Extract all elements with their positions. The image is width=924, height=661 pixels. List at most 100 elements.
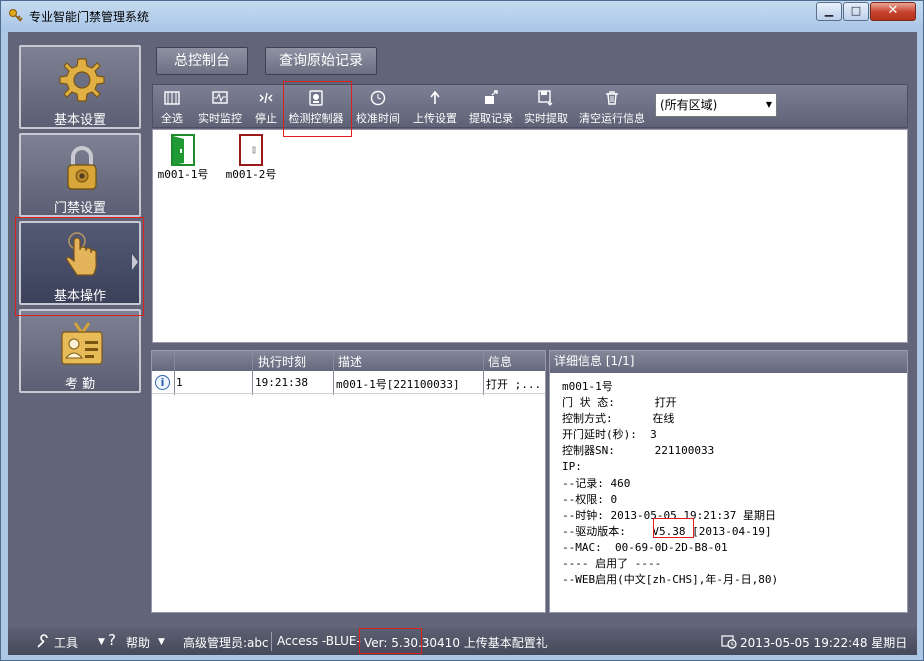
detail-line: --驱动版本: V5.38 [2013-04-19] — [562, 524, 772, 538]
detail-line: --WEB启用(中文[zh-CHS],年-月-日,80) — [562, 573, 779, 587]
console-button[interactable]: 总控制台 — [156, 47, 248, 75]
detail-line: 门 状 态: 打开 — [562, 396, 677, 410]
detect-controller-icon — [309, 90, 323, 106]
help-icon: ? — [108, 631, 116, 649]
active-nav-indicator — [132, 254, 138, 270]
maximize-button[interactable]: □ — [843, 2, 869, 21]
zone-select[interactable]: (所有区域) ▼ — [655, 93, 777, 117]
realtime-extract-icon — [538, 90, 553, 106]
extract-records-icon — [485, 90, 498, 104]
detail-line: 控制器SN: 221100033 — [562, 444, 715, 458]
detail-body: m001-1号 门 状 态: 打开 控制方式: 在线 开门延时(秒): 3 控制… — [562, 379, 778, 588]
toolbar-label: 检测控制器 — [288, 112, 344, 125]
select-all-icon — [164, 91, 180, 105]
current-datetime: 2013-05-05 19:22:48 星期日 — [740, 636, 908, 650]
door-item-open[interactable]: m001-1号 — [155, 134, 211, 182]
log-table-header: 执行时刻 描述 信息 — [152, 351, 545, 371]
info-icon: i — [155, 375, 170, 390]
tools-icon — [37, 634, 48, 648]
maximize-icon: □ — [850, 4, 862, 17]
title-bar: 专业智能门禁管理系统 ▁ □ ✕ — [1, 1, 923, 31]
nav-label: 门禁设置 — [53, 201, 106, 216]
dropdown-arrow-icon: ▼ — [765, 100, 772, 109]
realtime-extract-button[interactable]: 实时提取 — [521, 87, 571, 125]
log-table[interactable]: 执行时刻 描述 信息 i 1 19:21:38 m001-1号[22110003… — [151, 350, 546, 613]
toolbar: 全选 实时监控 停止 检测控制器 校准时间 上传设置 提取记录 实时提取 清空运… — [152, 84, 908, 128]
door-label: m001-1号 — [157, 168, 209, 181]
toolbar-label: 实时监控 — [198, 112, 242, 125]
detail-title: 详细信息 [1/1] — [550, 351, 907, 373]
door-label: m001-2号 — [225, 168, 277, 181]
hand-pointer-icon — [66, 232, 97, 276]
clock-icon — [721, 635, 737, 649]
dropdown-arrow-icon: ▼ — [158, 637, 165, 647]
col-header-info[interactable]: 信息 — [488, 353, 512, 370]
trash-icon — [606, 91, 618, 105]
nav-label: 考 勤 — [64, 377, 96, 392]
door-panel: m001-1号 m001-2号 — [152, 129, 908, 343]
extract-records-button[interactable]: 提取记录 — [466, 87, 516, 125]
row-time: 19:21:38 — [255, 376, 308, 389]
minimize-icon: ▁ — [824, 4, 834, 17]
tools-menu[interactable]: 工具 — [54, 634, 78, 651]
detail-line: --MAC: 00-69-0D-2D-B8-01 — [562, 540, 728, 554]
realtime-monitor-button[interactable]: 实时监控 — [195, 87, 245, 125]
padlock-icon — [67, 146, 97, 190]
toolbar-label: 上传设置 — [413, 112, 457, 125]
close-icon: ✕ — [887, 3, 899, 18]
dropdown-arrow-icon: ▼ — [98, 637, 105, 647]
nav-label: 基本设置 — [53, 113, 106, 128]
query-records-button[interactable]: 查询原始记录 — [265, 47, 377, 75]
nav-label: 基本操作 — [53, 289, 106, 304]
row-desc: m001-1号[221100033] — [336, 378, 460, 391]
monitor-icon — [212, 91, 228, 104]
detail-panel: 详细信息 [1/1] m001-1号 门 状 态: 打开 控制方式: 在线 开门… — [549, 350, 908, 613]
row-info: 打开 ;... — [486, 378, 542, 391]
close-button[interactable]: ✕ — [870, 2, 916, 21]
app-window: 专业智能门禁管理系统 ▁ □ ✕ 基本设置 门禁设置 基本操作 考 勤 总控制台… — [0, 0, 924, 661]
minimize-button[interactable]: ▁ — [816, 2, 842, 21]
table-row[interactable]: i 1 19:21:38 m001-1号[221100033] 打开 ;... — [152, 372, 545, 394]
detail-line: --时钟: 2013-05-05 19:21:37 星期日 — [562, 508, 776, 522]
calibrate-time-button[interactable]: 校准时间 — [353, 87, 403, 125]
nav-item-access-settings[interactable]: 门禁设置 — [19, 133, 141, 217]
help-menu[interactable]: 帮助 — [126, 634, 150, 651]
detail-line: --记录: 460 — [562, 476, 631, 490]
detail-line: IP: — [562, 460, 582, 474]
current-user: 高级管理员:abc — [183, 636, 269, 650]
col-header-time[interactable]: 执行时刻 — [258, 353, 306, 370]
toolbar-label: 实时提取 — [524, 112, 568, 125]
upload-settings-button[interactable]: 上传设置 — [410, 87, 460, 125]
toolbar-label: 停止 — [255, 112, 277, 125]
database-info: Access -BLUE- — [277, 634, 361, 648]
detail-line: 控制方式: 在线 — [562, 412, 675, 426]
door-open-icon — [171, 134, 195, 166]
nav-item-basic-settings[interactable]: 基本设置 — [19, 45, 141, 129]
stop-icon — [259, 92, 273, 104]
toolbar-label: 全选 — [161, 112, 183, 125]
select-all-button[interactable]: 全选 — [157, 87, 187, 125]
door-item-closed[interactable]: m001-2号 — [223, 134, 279, 182]
door-closed-icon — [239, 134, 263, 166]
status-bar: 工具 ▼ ? 帮助 ▼ 高级管理员:abc Access -BLUE- Ver:… — [8, 628, 917, 655]
toolbar-label: 清空运行信息 — [579, 112, 645, 125]
detect-controller-button[interactable]: 检测控制器 — [285, 87, 347, 125]
detail-line: 开门延时(秒): 3 — [562, 428, 657, 442]
window-title: 专业智能门禁管理系统 — [29, 10, 150, 24]
col-header-desc[interactable]: 描述 — [338, 353, 362, 370]
zone-select-value: (所有区域) — [660, 98, 718, 112]
key-app-icon — [9, 9, 23, 22]
gear-icon — [59, 58, 105, 102]
detail-line: ---- 启用了 ---- — [562, 557, 662, 571]
status-divider — [271, 632, 272, 651]
id-badge-icon — [61, 322, 103, 365]
client-area: 基本设置 门禁设置 基本操作 考 勤 总控制台 查询原始记录 全选 实时监控 停… — [8, 32, 917, 655]
clock-icon — [370, 90, 386, 106]
stop-button[interactable]: 停止 — [251, 87, 281, 125]
upload-icon — [430, 90, 440, 104]
version-info: Ver: 5.30.30410 上传基本配置礼 — [364, 636, 548, 650]
row-index: 1 — [176, 376, 183, 389]
clear-run-info-button[interactable]: 清空运行信息 — [577, 87, 647, 125]
nav-item-basic-operations[interactable]: 基本操作 — [19, 221, 141, 305]
nav-item-attendance[interactable]: 考 勤 — [19, 309, 141, 393]
